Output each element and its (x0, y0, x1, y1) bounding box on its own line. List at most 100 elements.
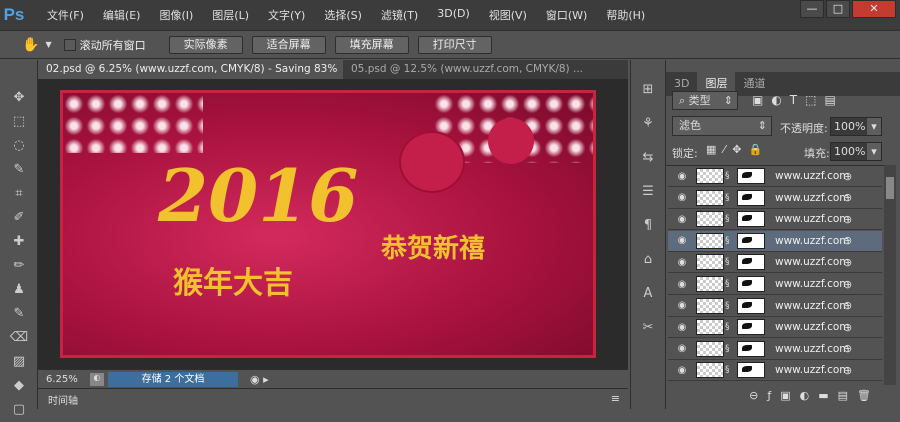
layer-row[interactable]: ◉ § www.uzzf.com ⊖ (668, 339, 882, 360)
link-chain-icon[interactable]: § (725, 193, 731, 203)
menu-item[interactable]: 图层(L) (212, 7, 249, 23)
layer-row[interactable]: ◉ § www.uzzf.com ⊖ (668, 188, 882, 209)
link-chain-icon[interactable]: § (725, 171, 731, 181)
panel-icon[interactable]: ⚘ (631, 112, 665, 140)
visibility-eye-icon[interactable]: ◉ (668, 279, 696, 290)
visibility-eye-icon[interactable]: ◉ (668, 343, 696, 354)
hand-tool-icon[interactable]: ✋ (22, 37, 39, 53)
menu-item[interactable]: 滤镜(T) (381, 7, 418, 23)
tool-icon[interactable]: ✎ (0, 302, 38, 326)
visibility-eye-icon[interactable]: ◉ (668, 235, 696, 246)
visibility-eye-icon[interactable]: ◉ (668, 192, 696, 203)
document-canvas[interactable]: 2016 猴年大吉 恭贺新禧 (60, 90, 596, 358)
layer-mask-thumbnail[interactable] (737, 189, 765, 206)
layer-name[interactable]: www.uzzf.com (775, 300, 850, 312)
menu-item[interactable]: 编辑(E) (103, 7, 141, 23)
status-menu-icon[interactable]: ◉ ▸ (250, 373, 269, 386)
link-chain-icon[interactable]: § (725, 236, 731, 246)
layer-filter-dropdown[interactable]: ⌕ 类型 ⇕ (672, 91, 738, 110)
layer-link-icon[interactable]: ⊖ (843, 213, 852, 226)
tool-icon[interactable]: ▢ (0, 398, 38, 422)
layer-link-icon[interactable]: ⊖ (843, 170, 852, 183)
layers-scrollbar[interactable] (884, 165, 896, 385)
layer-row[interactable]: ◉ § www.uzzf.com ⊖ (668, 360, 882, 382)
layer-link-icon[interactable]: ⊖ (843, 256, 852, 269)
visibility-eye-icon[interactable]: ◉ (668, 322, 696, 333)
layer-name[interactable]: www.uzzf.com (775, 192, 850, 204)
layer-row[interactable]: ◉ § www.uzzf.com ⊖ (668, 274, 882, 295)
layer-mask-thumbnail[interactable] (737, 168, 765, 184)
opacity-input[interactable]: 100% ▾ (830, 117, 882, 136)
layers-footer-icons[interactable]: ⊖ƒ▣◐▬▤🗑 (666, 389, 900, 402)
menu-item[interactable]: 视图(V) (489, 7, 527, 23)
layer-link-icon[interactable]: ⊖ (843, 234, 852, 247)
link-chain-icon[interactable]: § (725, 344, 731, 354)
layer-row[interactable]: ◉ § www.uzzf.com ⊖ (668, 296, 882, 317)
tool-icon[interactable]: ✥ (0, 86, 38, 110)
layer-link-icon[interactable]: ⊖ (843, 299, 852, 312)
layer-mask-thumbnail[interactable] (737, 254, 765, 271)
tool-icon[interactable]: ▨ (0, 350, 38, 374)
layer-link-icon[interactable]: ⊖ (843, 278, 852, 291)
close-button[interactable]: ✕ (852, 0, 896, 18)
layer-mask-thumbnail[interactable] (737, 232, 765, 249)
tool-icon[interactable]: ◆ (0, 374, 38, 398)
link-chain-icon[interactable]: § (725, 214, 731, 224)
layer-name[interactable]: www.uzzf.com (775, 321, 850, 333)
layer-mask-thumbnail[interactable] (737, 319, 765, 336)
document-tab[interactable]: 02.psd @ 6.25% (www.uzzf.com, CMYK/8) - … (38, 60, 343, 79)
link-chain-icon[interactable]: § (725, 279, 731, 289)
link-chain-icon[interactable]: § (725, 301, 731, 311)
status-info-icon[interactable]: ◐ (90, 372, 104, 386)
tool-icon[interactable]: ✎ (0, 158, 38, 182)
layer-mask-thumbnail[interactable] (737, 340, 765, 357)
panel-icon[interactable]: ✂ (631, 316, 665, 344)
panel-icon[interactable]: A (631, 282, 665, 310)
menu-item[interactable]: 文字(Y) (268, 7, 305, 23)
panel-icon[interactable]: ⌂ (631, 248, 665, 276)
panel-icon[interactable]: ⊞ (631, 78, 665, 106)
tool-icon[interactable]: ⌗ (0, 182, 38, 206)
panel-menu-icon[interactable]: ≡ (611, 392, 620, 405)
panel-icon[interactable]: ⇆ (631, 146, 665, 174)
menu-item[interactable]: 选择(S) (324, 7, 362, 23)
layer-row[interactable]: ◉ § www.uzzf.com ⊖ (668, 209, 882, 231)
layer-name[interactable]: www.uzzf.com (775, 235, 850, 247)
layer-row[interactable]: ◉ § www.uzzf.com ⊖ (668, 317, 882, 339)
visibility-eye-icon[interactable]: ◉ (668, 300, 696, 311)
canvas-area[interactable]: 2016 猴年大吉 恭贺新禧 (38, 79, 628, 369)
tool-icon[interactable]: ◌ (0, 134, 38, 158)
tool-icon[interactable]: ♟ (0, 278, 38, 302)
layer-link-icon[interactable]: ⊖ (843, 342, 852, 355)
maximize-button[interactable]: □ (826, 0, 850, 18)
tool-icon[interactable]: ⌫ (0, 326, 38, 350)
blend-mode-dropdown[interactable]: 滤色 ⇕ (672, 116, 772, 136)
link-chain-icon[interactable]: § (725, 365, 731, 375)
timeline-tab[interactable]: 时间轴 (48, 392, 78, 407)
filter-icons[interactable]: ▣◐T⬚▤ (752, 93, 844, 107)
layer-name[interactable]: www.uzzf.com (775, 256, 850, 268)
layer-name[interactable]: www.uzzf.com (775, 364, 850, 376)
layer-mask-thumbnail[interactable] (737, 362, 765, 379)
layer-link-icon[interactable]: ⊖ (843, 364, 852, 377)
layer-mask-thumbnail[interactable] (737, 276, 765, 292)
scroll-all-checkbox[interactable] (63, 38, 76, 51)
panel-icon[interactable]: ☰ (631, 180, 665, 208)
layer-name[interactable]: www.uzzf.com (775, 343, 850, 355)
layer-link-icon[interactable]: ⊖ (843, 191, 852, 204)
option-button[interactable]: 实际像素 (168, 35, 243, 54)
link-chain-icon[interactable]: § (725, 322, 731, 332)
option-button[interactable]: 适合屏幕 (251, 35, 326, 54)
tool-icon[interactable]: ✐ (0, 206, 38, 230)
tool-icon[interactable]: ✏ (0, 254, 38, 278)
option-button[interactable]: 打印尺寸 (417, 35, 492, 54)
layer-name[interactable]: www.uzzf.com (775, 278, 850, 290)
layer-name[interactable]: www.uzzf.com (775, 170, 850, 182)
fill-input[interactable]: 100% ▾ (830, 142, 882, 161)
layer-name[interactable]: www.uzzf.com (775, 213, 850, 225)
layer-link-icon[interactable]: ⊖ (843, 321, 852, 334)
layer-row[interactable]: ◉ § www.uzzf.com ⊖ (668, 230, 882, 252)
link-chain-icon[interactable]: § (725, 257, 731, 267)
menu-item[interactable]: 窗口(W) (546, 7, 587, 23)
document-tab[interactable]: 05.psd @ 12.5% (www.uzzf.com, CMYK/8) ..… (343, 60, 628, 79)
